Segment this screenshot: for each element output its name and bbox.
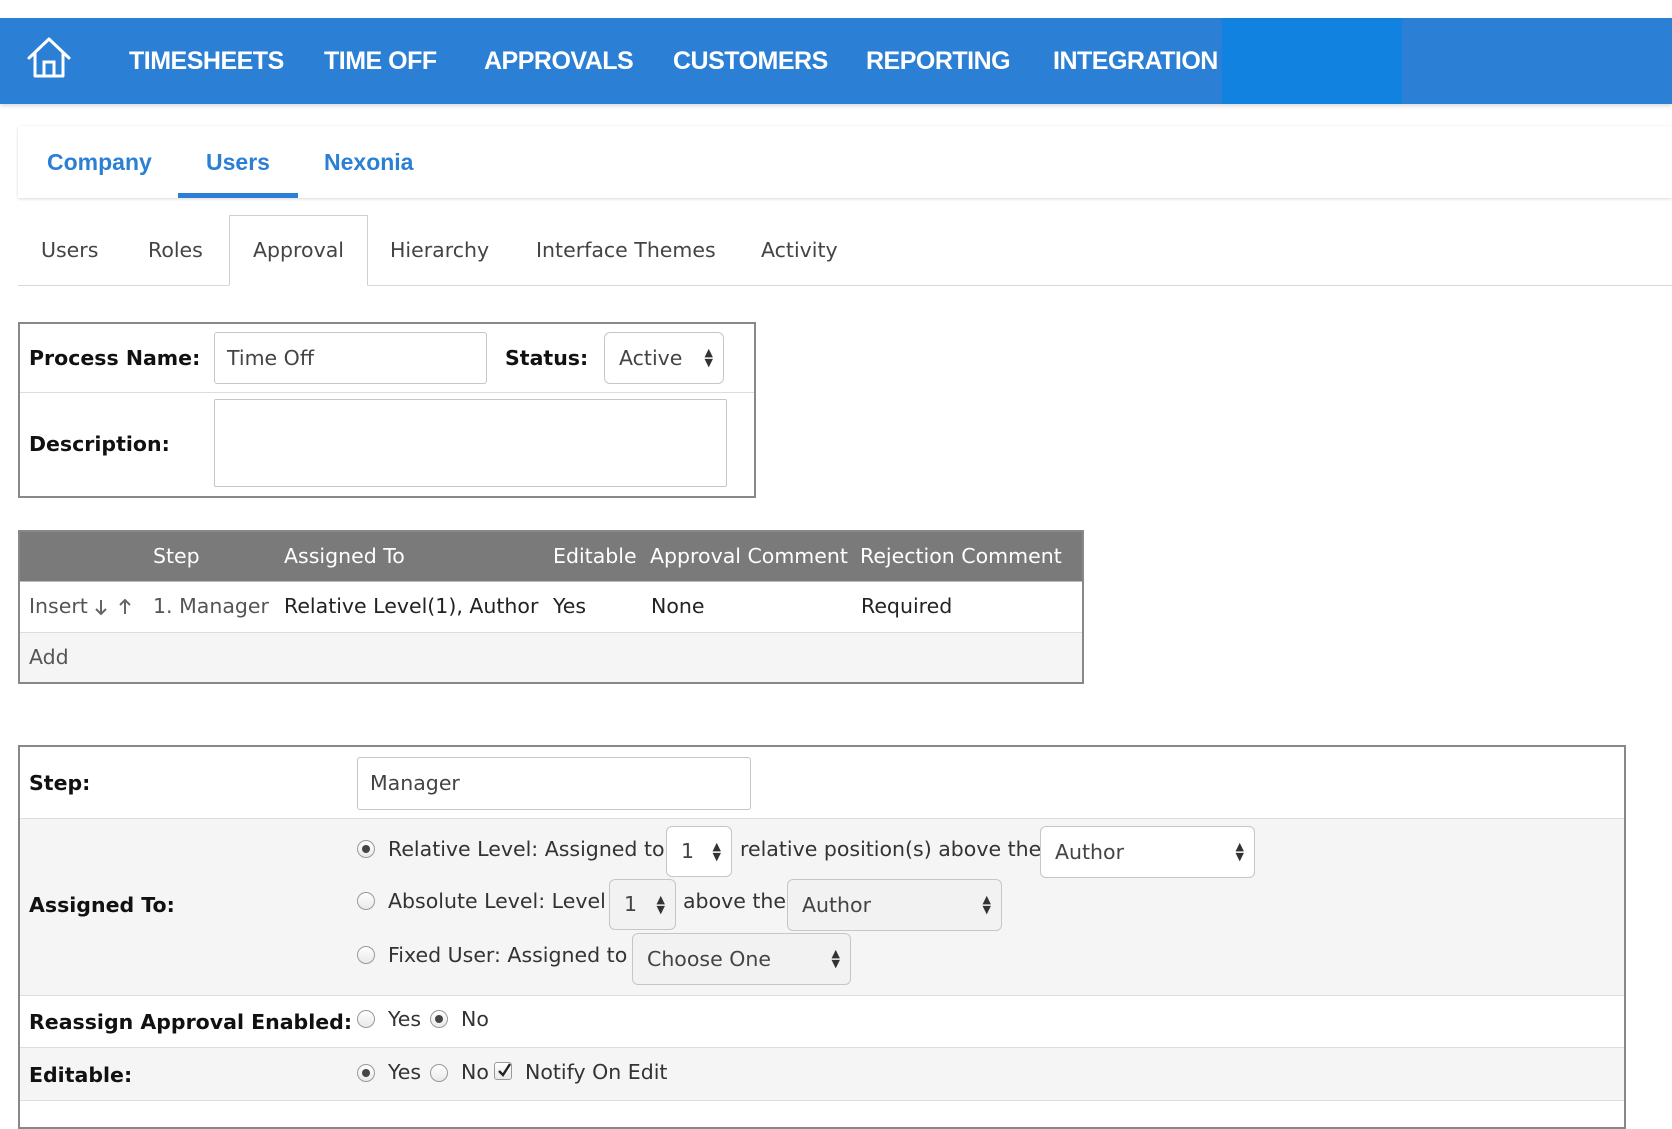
- absolute-level-text: Absolute Level: Level: [388, 889, 606, 913]
- subtab-approval[interactable]: Approval: [229, 215, 368, 286]
- tab-company[interactable]: Company: [47, 126, 152, 198]
- absolute-above-text: above the: [683, 889, 787, 913]
- process-name-label: Process Name:: [29, 346, 201, 370]
- primary-tabs: Company Users Nexonia: [18, 126, 1672, 198]
- select-arrows-icon: ▲ ▼: [704, 346, 713, 369]
- header-approval-comment: Approval Comment: [650, 544, 848, 568]
- step-name-input[interactable]: Manager: [357, 757, 751, 810]
- step-label: Step:: [29, 771, 91, 795]
- reassign-yes-label: Yes: [388, 1007, 422, 1031]
- relative-ref-select[interactable]: Author ▲ ▼: [1040, 826, 1255, 878]
- fixed-user-radio[interactable]: [357, 946, 375, 964]
- relative-level-value: 1: [681, 839, 695, 863]
- fixed-user-value: Choose One: [647, 947, 771, 971]
- fixed-user-select[interactable]: Choose One ▲ ▼: [632, 933, 851, 985]
- nav-timesheets[interactable]: TIMESHEETS: [129, 18, 284, 104]
- row-divider: [20, 1100, 1624, 1101]
- absolute-level-value: 1: [624, 892, 638, 916]
- tab-nexonia[interactable]: Nexonia: [324, 126, 413, 198]
- reassign-yes-radio[interactable]: [357, 1010, 375, 1028]
- header-step: Step: [153, 544, 200, 568]
- select-arrows-icon: ▲ ▼: [1235, 840, 1244, 863]
- nav-integration[interactable]: INTEGRATION: [1053, 18, 1218, 104]
- editable-yes-label: Yes: [388, 1060, 422, 1084]
- select-arrows-icon: ▲ ▼: [712, 839, 721, 863]
- checkmark-icon: [498, 1063, 512, 1077]
- nav-approvals[interactable]: APPROVALS: [484, 18, 634, 104]
- relative-position-text: relative position(s) above the: [740, 837, 1042, 861]
- subtab-roles[interactable]: Roles: [148, 216, 203, 284]
- move-down-icon[interactable]: [94, 582, 108, 631]
- editable-yes-radio[interactable]: [357, 1064, 375, 1082]
- absolute-level-radio[interactable]: [357, 892, 375, 910]
- table-row[interactable]: Insert 1. Manager Relative Level(1), Aut…: [20, 581, 1082, 631]
- secondary-tabs: Users Roles Approval Hierarchy Interface…: [18, 215, 1672, 286]
- approval-steps-table: Step Assigned To Editable Approval Comme…: [18, 530, 1084, 684]
- editable-cell: Yes: [553, 594, 587, 618]
- absolute-ref-value: Author: [802, 893, 872, 917]
- nav-customers[interactable]: CUSTOMERS: [673, 18, 828, 104]
- approval-comment-cell: None: [651, 594, 705, 618]
- relative-level-text: Relative Level: Assigned to: [388, 837, 665, 861]
- table-header: Step Assigned To Editable Approval Comme…: [20, 532, 1082, 581]
- process-name-input[interactable]: Time Off: [214, 332, 487, 384]
- editable-section: [20, 1048, 1624, 1100]
- select-arrows-icon: ▲ ▼: [831, 947, 840, 970]
- assigned-to-label: Assigned To:: [29, 893, 175, 917]
- description-label: Description:: [29, 432, 170, 456]
- fixed-user-text: Fixed User: Assigned to: [388, 943, 628, 967]
- nav-highlight-block: [1222, 18, 1402, 104]
- rejection-comment-cell: Required: [861, 594, 953, 618]
- header-rejection-comment: Rejection Comment: [860, 544, 1062, 568]
- relative-level-radio[interactable]: [357, 840, 375, 858]
- editable-no-radio[interactable]: [430, 1064, 448, 1082]
- editable-label: Editable:: [29, 1063, 133, 1087]
- absolute-level-select[interactable]: 1 ▲ ▼: [609, 879, 676, 930]
- nav-time-off[interactable]: TIME OFF: [324, 18, 437, 104]
- status-label: Status:: [505, 346, 589, 370]
- relative-ref-value: Author: [1055, 840, 1125, 864]
- row-divider: [20, 392, 754, 393]
- row-divider: [20, 995, 1624, 996]
- reassign-label: Reassign Approval Enabled:: [29, 1010, 353, 1034]
- step-detail-form: Step: Manager Assigned To: Relative Leve…: [18, 745, 1626, 1129]
- status-value: Active: [619, 346, 683, 370]
- relative-level-select[interactable]: 1 ▲ ▼: [666, 826, 732, 877]
- reassign-no-radio[interactable]: [430, 1010, 448, 1028]
- reassign-no-label: No: [461, 1007, 489, 1031]
- header-assigned-to: Assigned To: [284, 544, 405, 568]
- description-textarea[interactable]: [214, 399, 727, 487]
- tab-users[interactable]: Users: [178, 126, 298, 198]
- insert-link[interactable]: Insert: [29, 582, 88, 631]
- top-navigation-bar: TIMESHEETS TIME OFF APPROVALS CUSTOMERS …: [0, 18, 1672, 104]
- subtab-users[interactable]: Users: [41, 216, 98, 284]
- nav-reporting[interactable]: REPORTING: [866, 18, 1011, 104]
- select-arrows-icon: ▲ ▼: [656, 892, 665, 916]
- process-details-panel: Process Name: Time Off Status: Active ▲ ▼…: [18, 322, 756, 498]
- subtab-hierarchy[interactable]: Hierarchy: [390, 216, 489, 284]
- absolute-ref-select[interactable]: Author ▲ ▼: [787, 879, 1002, 931]
- assigned-to-cell: Relative Level(1), Author: [284, 594, 539, 618]
- add-row: Add: [20, 632, 1082, 682]
- select-arrows-icon: ▲ ▼: [982, 893, 991, 916]
- subtab-activity[interactable]: Activity: [761, 216, 838, 284]
- notify-on-edit-label: Notify On Edit: [525, 1060, 668, 1084]
- subtab-interface-themes[interactable]: Interface Themes: [536, 216, 716, 284]
- add-step-link[interactable]: Add: [29, 633, 69, 682]
- notify-on-edit-checkbox[interactable]: [494, 1062, 512, 1080]
- step-name-cell[interactable]: 1. Manager: [153, 582, 269, 631]
- status-select[interactable]: Active ▲ ▼: [604, 332, 724, 384]
- home-icon[interactable]: [26, 34, 72, 82]
- header-editable: Editable: [553, 544, 637, 568]
- move-up-icon[interactable]: [118, 582, 132, 631]
- editable-no-label: No: [461, 1060, 489, 1084]
